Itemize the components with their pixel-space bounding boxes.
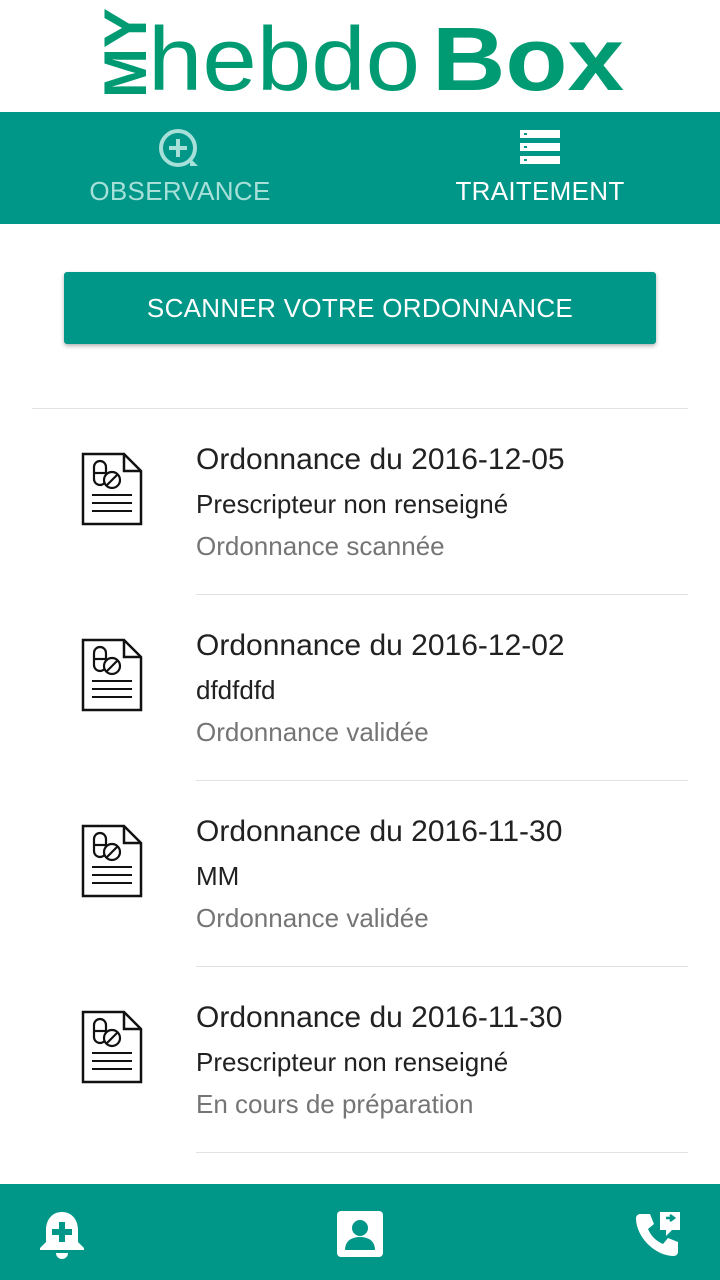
list-icon [518, 128, 562, 168]
tab-observance-label: OBSERVANCE [89, 176, 271, 206]
prescription-list: Ordonnance du 2016-12-05 Prescripteur no… [32, 408, 688, 1153]
prescription-status: En cours de préparation [196, 1089, 474, 1119]
prescription-document-icon [80, 451, 144, 527]
tab-traitement[interactable]: TRAITEMENT [360, 112, 720, 224]
divider [196, 1152, 688, 1153]
medical-bell-icon [36, 1212, 88, 1264]
prescription-status: Ordonnance validée [196, 717, 429, 747]
prescription-title: Ordonnance du 2016-12-05 [196, 443, 565, 476]
prescription-prescriber: Prescripteur non renseigné [196, 489, 509, 519]
list-item[interactable]: Ordonnance du 2016-11-30 Prescripteur no… [32, 967, 688, 1153]
contact-card-icon [334, 1211, 386, 1264]
list-item[interactable]: Ordonnance du 2016-11-30 MM Ordonnance v… [32, 781, 688, 967]
app-logo: MY hebdo Box [92, 6, 632, 104]
list-item[interactable]: Ordonnance du 2016-12-02 dfdfdfd Ordonna… [32, 595, 688, 781]
prescription-prescriber: Prescripteur non renseigné [196, 1047, 509, 1077]
logo-hebdo: hebdo [148, 10, 420, 104]
list-item[interactable]: Ordonnance du 2016-12-05 Prescripteur no… [32, 409, 688, 595]
tab-traitement-label: TRAITEMENT [455, 176, 625, 206]
scan-prescription-button[interactable]: SCANNER VOTRE ORDONNANCE [64, 272, 656, 344]
plus-circle-icon [158, 128, 202, 168]
tab-observance[interactable]: OBSERVANCE [0, 112, 360, 224]
phone-forward-icon [632, 1212, 684, 1264]
prescription-status: Ordonnance scannée [196, 531, 445, 561]
prescription-title: Ordonnance du 2016-11-30 [196, 815, 563, 848]
tab-bar: OBSERVANCE TRAITEMENT [0, 112, 720, 224]
prescription-prescriber: MM [196, 861, 240, 891]
bottom-navigation [0, 1184, 720, 1280]
prescription-status: Ordonnance validée [196, 903, 429, 933]
call-button[interactable] [632, 1208, 684, 1260]
logo-box: Box [432, 10, 624, 104]
prescription-document-icon [80, 823, 144, 899]
prescription-document-icon [80, 1009, 144, 1085]
profile-button[interactable] [334, 1208, 386, 1260]
prescription-title: Ordonnance du 2016-12-02 [196, 629, 565, 662]
prescription-document-icon [80, 637, 144, 713]
app-header: MY hebdo Box [0, 0, 720, 112]
notifications-button[interactable] [36, 1208, 88, 1260]
prescription-title: Ordonnance du 2016-11-30 [196, 1001, 563, 1034]
prescription-prescriber: dfdfdfd [196, 675, 276, 705]
